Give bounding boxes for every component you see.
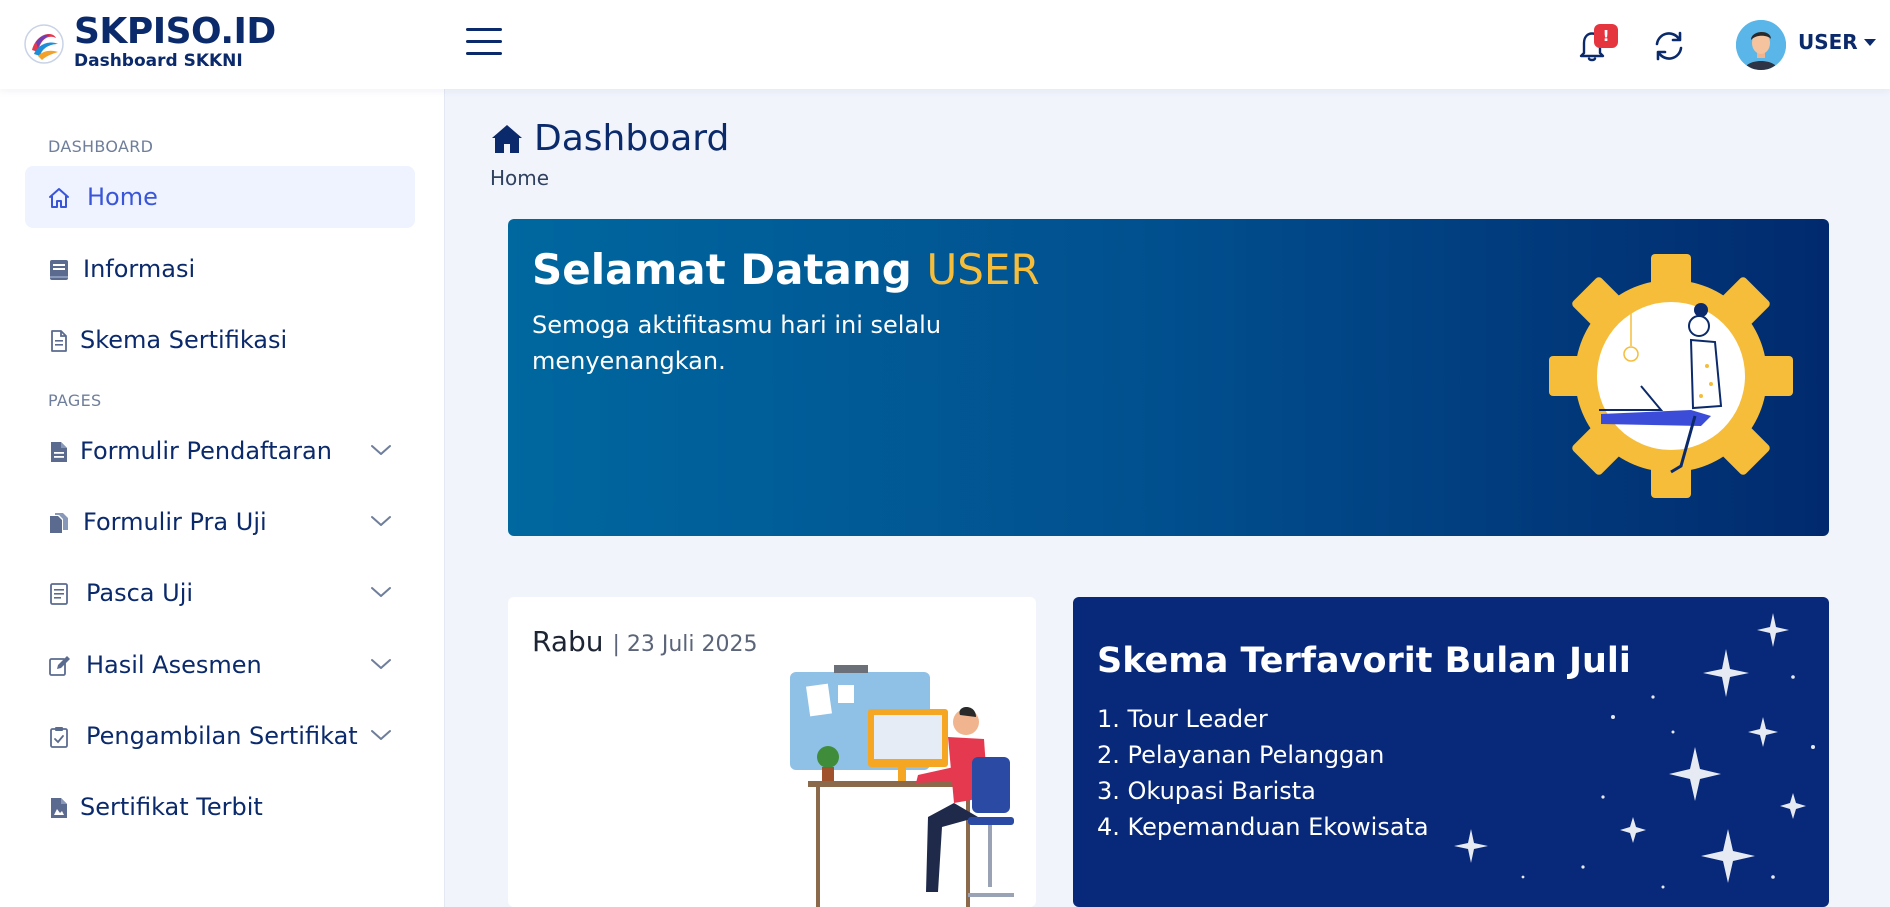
refresh-icon[interactable] — [1649, 26, 1689, 66]
sidebar-item-label: Skema Sertifikasi — [80, 326, 288, 354]
sidebar: DASHBOARD Home Informasi Skema Sertifika… — [0, 89, 445, 907]
sidebar-item-informasi[interactable]: Informasi — [25, 238, 415, 300]
sidebar-item-hasil-asesmen[interactable]: Hasil Asesmen — [25, 634, 415, 696]
date-label: | 23 Juli 2025 — [612, 632, 758, 657]
welcome-user: USER — [926, 245, 1040, 294]
list-item: 4. Kepemanduan Ekowisata — [1097, 813, 1429, 841]
edit-icon — [49, 656, 70, 676]
welcome-message: Semoga aktifitasmu hari ini selalu menye… — [532, 311, 942, 375]
sidebar-item-pasca-uji[interactable]: Pasca Uji — [25, 562, 415, 624]
chevron-down-icon — [371, 516, 391, 526]
favorites-title: Skema Terfavorit Bulan Juli — [1097, 641, 1631, 681]
chevron-down-icon — [371, 587, 391, 597]
brand-logo[interactable]: SKPISO.ID Dashboard SKKNI — [22, 14, 276, 72]
sidebar-item-home[interactable]: Home — [25, 166, 415, 228]
sidebar-item-label: Pengambilan Sertifikat — [86, 722, 358, 750]
certificate-file-icon — [51, 798, 67, 818]
home-icon — [492, 124, 522, 153]
date-card: Rabu | 23 Juli 2025 — [508, 597, 1036, 907]
hamburger-line — [466, 52, 502, 55]
book-icon — [50, 260, 68, 280]
day-label: Rabu — [532, 625, 604, 658]
brand-title: SKPISO.ID — [74, 11, 276, 52]
sidebar-item-label: Sertifikat Terbit — [80, 793, 263, 821]
notification-badge: ! — [1594, 24, 1618, 48]
favorite-schemes-card: Skema Terfavorit Bulan Juli 1. Tour Lead… — [1073, 597, 1829, 907]
sidebar-item-pengambilan-sertifikat[interactable]: Pengambilan Sertifikat — [25, 705, 415, 767]
sidebar-item-label: Home — [87, 183, 158, 211]
home-icon — [49, 188, 69, 208]
copy-icon — [50, 513, 68, 533]
brand-subtitle: Dashboard SKKNI — [74, 51, 243, 71]
user-menu-dropdown[interactable]: USER — [1798, 30, 1876, 54]
sidebar-item-label: Informasi — [83, 255, 196, 283]
list-item: 3. Okupasi Barista — [1097, 777, 1316, 805]
user-name-label: USER — [1798, 30, 1858, 54]
caret-down-icon — [1863, 38, 1876, 46]
list-item: 1. Tour Leader — [1097, 705, 1268, 733]
document-icon — [51, 330, 67, 352]
file-icon — [51, 442, 67, 462]
favorites-list: 1. Tour Leader 2. Pelayanan Pelanggan 3.… — [1097, 701, 1429, 845]
list-document-icon — [50, 583, 68, 605]
page-title: Dashboard — [534, 118, 730, 159]
gear-illustration-icon — [1549, 254, 1793, 498]
clipboard-icon — [50, 727, 68, 748]
page-header: Dashboard — [490, 118, 729, 159]
sidebar-item-label: Pasca Uji — [86, 579, 194, 607]
welcome-banner: Selamat Datang USER Semoga aktifitasmu h… — [508, 219, 1829, 536]
sidebar-section-dashboard: DASHBOARD — [48, 137, 154, 156]
chevron-down-icon — [371, 445, 391, 455]
sidebar-item-skema-sertifikasi[interactable]: Skema Sertifikasi — [25, 309, 415, 371]
sidebar-section-pages: PAGES — [48, 391, 102, 410]
welcome-title: Selamat Datang USER — [532, 245, 1040, 294]
brand-logo-icon — [24, 24, 64, 64]
sidebar-item-label: Hasil Asesmen — [86, 651, 262, 679]
date-day: Rabu | 23 Juli 2025 — [532, 625, 757, 658]
desk-workstation-illustration — [790, 665, 1014, 907]
sidebar-item-formulir-pendaftaran[interactable]: Formulir Pendaftaran — [25, 420, 415, 482]
welcome-greeting: Selamat Datang — [532, 245, 912, 294]
chevron-down-icon — [371, 659, 391, 669]
menu-toggle-button[interactable] — [466, 28, 502, 60]
breadcrumb[interactable]: Home — [490, 166, 549, 190]
sidebar-item-sertifikat-terbit[interactable]: Sertifikat Terbit — [25, 776, 415, 838]
chevron-down-icon — [371, 730, 391, 740]
sidebar-item-formulir-pra-uji[interactable]: Formulir Pra Uji — [25, 491, 415, 553]
user-avatar-icon — [1736, 20, 1786, 70]
list-item: 2. Pelayanan Pelanggan — [1097, 741, 1385, 769]
top-header: SKPISO.ID Dashboard SKKNI ! USER — [0, 0, 1890, 89]
hamburger-line — [466, 40, 502, 43]
sidebar-item-label: Formulir Pendaftaran — [80, 437, 332, 465]
hamburger-line — [466, 28, 502, 31]
avatar[interactable] — [1736, 20, 1786, 70]
sidebar-item-label: Formulir Pra Uji — [83, 508, 267, 536]
